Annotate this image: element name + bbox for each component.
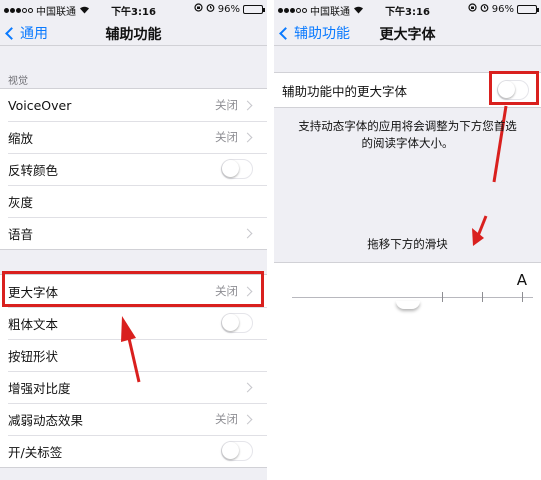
row-label: VoiceOver [8,97,72,113]
row-label: 语音 [8,226,34,242]
alarm-icon [480,3,489,15]
lock-rotation-icon [194,3,203,15]
section-header-vision: 视觉 [8,76,28,87]
row-value: 关闭 [215,98,238,112]
invert-colors-toggle[interactable] [221,159,253,179]
larger-text-group: 辅助功能中的更大字体 [274,72,541,108]
row-larger-text[interactable]: 更大字体 关闭 [0,275,267,307]
chevron-left-icon [5,26,18,40]
row-voiceover[interactable]: VoiceOver 关闭 [0,89,267,121]
row-invert-colors: 反转颜色 [0,153,267,185]
row-label: 缩放 [8,130,34,146]
chevron-right-icon [242,132,253,142]
text-size-slider-area: A [274,262,541,480]
on-off-labels-toggle[interactable] [221,441,253,461]
settings-group-vision: VoiceOver 关闭 缩放 关闭 反转颜色 灰度 语音 [0,88,267,250]
row-label: 更大字体 [8,284,59,300]
battery-percent: 96% [491,3,514,15]
row-label: 减弱动态效果 [8,412,84,428]
larger-accessibility-sizes-toggle[interactable] [497,80,529,100]
navigation-bar: 通用 辅助功能 [0,18,267,46]
row-larger-accessibility-sizes: 辅助功能中的更大字体 [274,73,541,107]
row-button-shapes[interactable]: 按钮形状 [0,339,267,371]
settings-group-text: 更大字体 关闭 粗体文本 按钮形状 增强对比度 减弱动态效果 关闭 开/关标签 [0,274,267,468]
row-label: 按钮形状 [8,348,59,364]
row-bold-text: 粗体文本 [0,307,267,339]
row-increase-contrast[interactable]: 增强对比度 [0,371,267,403]
row-value: 关闭 [215,412,238,426]
bold-text-toggle[interactable] [221,313,253,333]
accessibility-screen: 中国联通 下午3:16 96% 通用 辅助功能 视觉 VoiceOver 关闭 … [0,0,267,480]
chevron-right-icon [242,100,253,110]
chevron-left-icon [279,26,292,40]
row-on-off-labels: 开/关标签 [0,435,267,467]
chevron-right-icon [242,414,253,424]
navigation-bar: 辅助功能 更大字体 [274,18,541,46]
row-label: 辅助功能中的更大字体 [282,83,408,99]
back-button[interactable]: 通用 [4,23,48,43]
slider-thumb[interactable] [396,301,420,309]
status-bar: 中国联通 下午3:16 96% [274,0,541,18]
chevron-right-icon [242,382,253,392]
row-label: 开/关标签 [8,444,63,460]
larger-text-screen: 中国联通 下午3:16 96% 辅助功能 更大字体 辅助功能中的更大字体 支持动… [274,0,541,480]
alarm-icon [206,3,215,15]
back-label: 辅助功能 [294,26,350,42]
battery-icon [243,4,265,14]
back-label: 通用 [20,26,48,42]
row-label: 粗体文本 [8,316,59,332]
status-bar: 中国联通 下午3:16 96% [0,0,267,18]
back-button[interactable]: 辅助功能 [278,23,350,43]
battery-percent: 96% [217,3,240,15]
lock-rotation-icon [468,3,477,15]
slider-title: 拖移下方的滑块 [367,237,448,251]
description-text: 支持动态字体的应用将会调整为下方您首选的阅读字体大小。 [298,119,517,150]
slider-max-label: A [516,271,527,289]
row-reduce-motion[interactable]: 减弱动态效果 关闭 [0,403,267,435]
row-zoom[interactable]: 缩放 关闭 [0,121,267,153]
row-speech[interactable]: 语音 [0,217,267,249]
battery-icon [517,4,539,14]
row-grayscale[interactable]: 灰度 [0,185,267,217]
chevron-right-icon [242,228,253,238]
row-value: 关闭 [215,284,238,298]
row-label: 增强对比度 [8,380,71,396]
row-label: 反转颜色 [8,162,59,178]
chevron-right-icon [242,286,253,296]
row-value: 关闭 [215,130,238,144]
row-label: 灰度 [8,194,34,210]
text-size-slider[interactable] [292,292,533,302]
